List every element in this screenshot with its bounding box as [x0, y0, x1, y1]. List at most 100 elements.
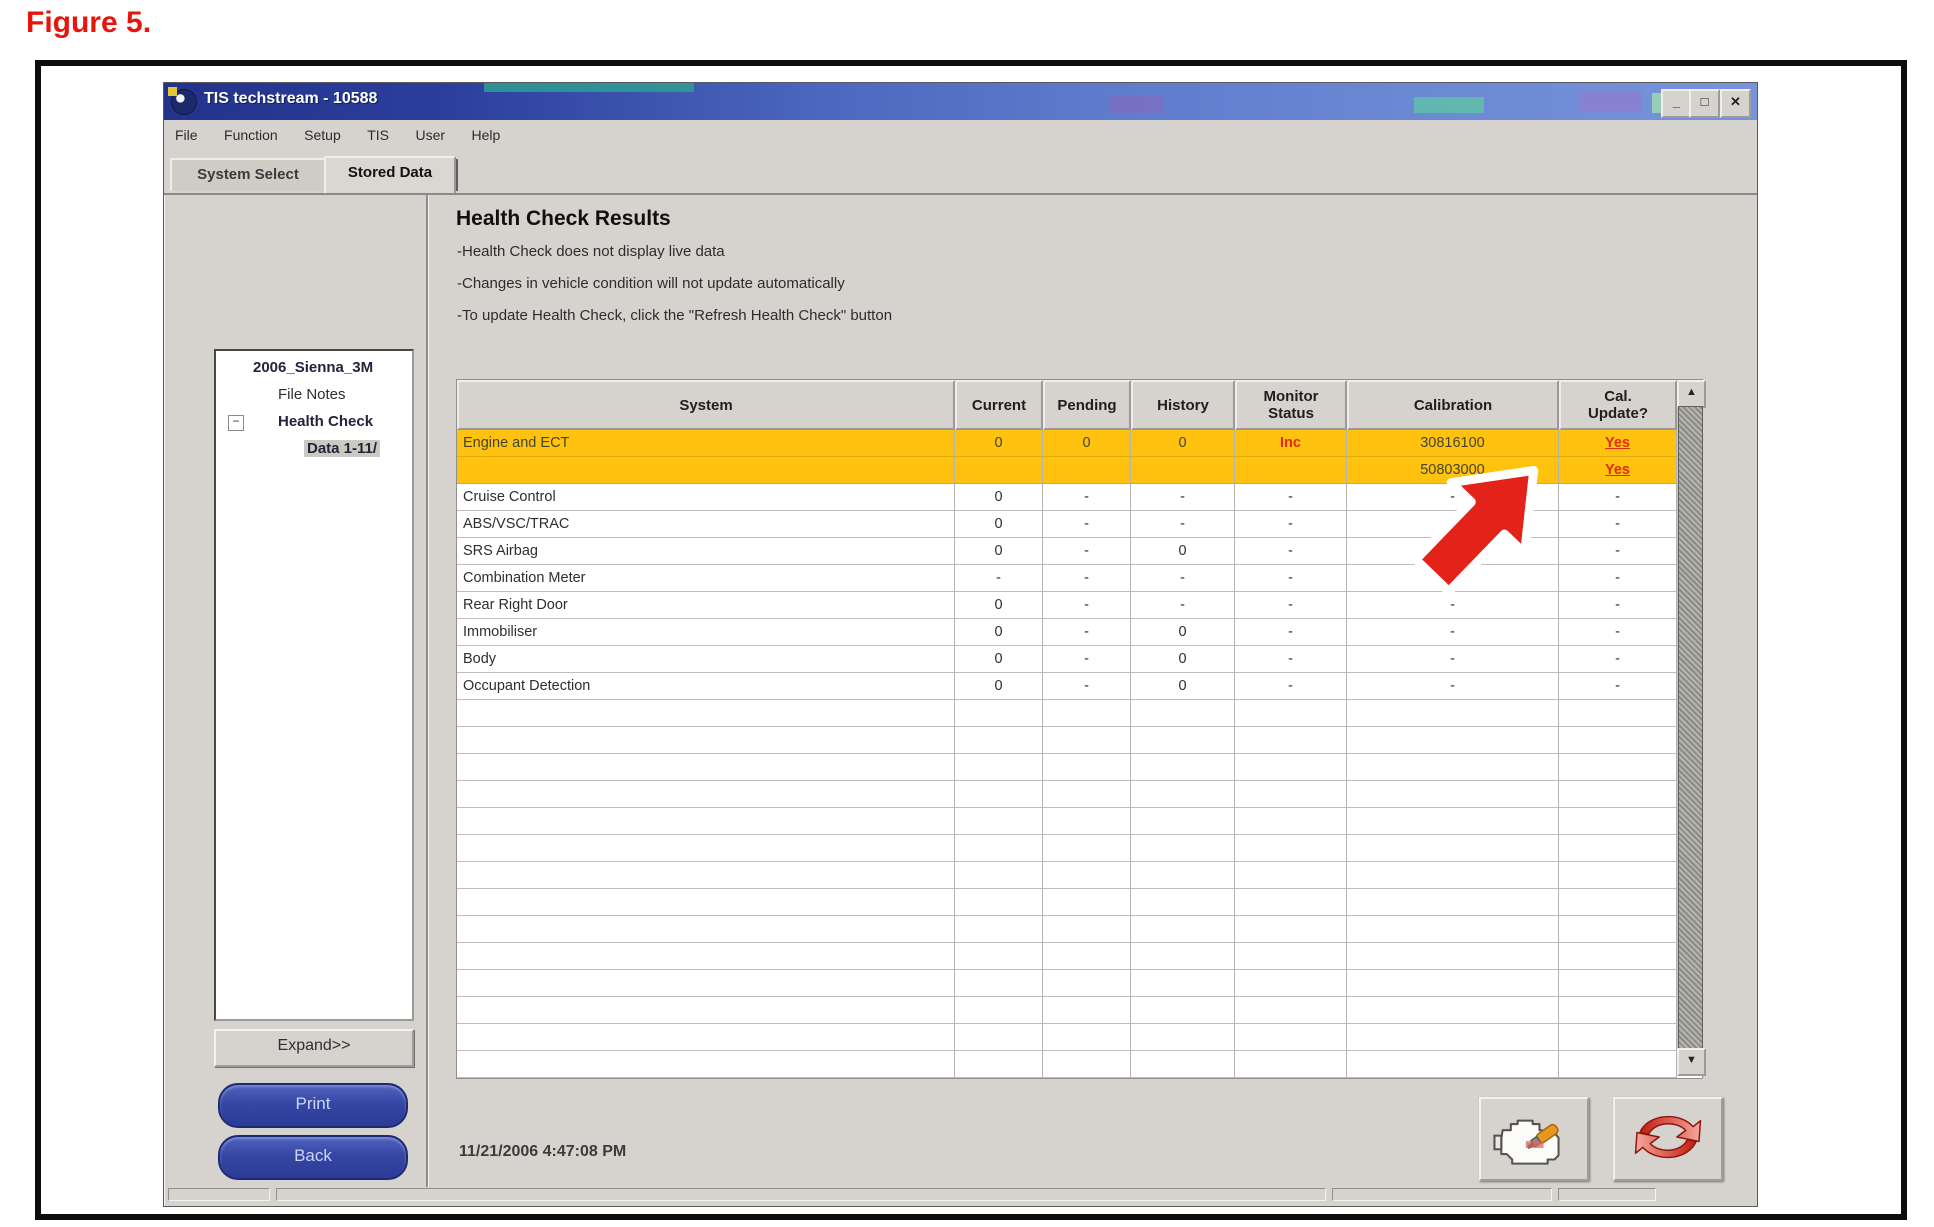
column-header[interactable]: Cal. Update? — [1559, 380, 1677, 430]
value-cell: - — [1559, 673, 1677, 700]
table-row: Immobiliser0-0--- — [457, 619, 1677, 646]
menu-item-user[interactable]: User — [404, 120, 456, 143]
scroll-up-button[interactable]: ▲ — [1677, 380, 1706, 408]
system-cell — [457, 835, 955, 862]
value-cell: - — [1347, 565, 1559, 592]
empty-table-row — [457, 1051, 1677, 1078]
engine-health-button[interactable] — [1479, 1097, 1589, 1181]
refresh-health-check-button[interactable] — [1613, 1097, 1723, 1181]
minimize-button[interactable]: _ — [1661, 89, 1692, 118]
value-cell — [1131, 889, 1235, 916]
value-cell: - — [1347, 592, 1559, 619]
column-header[interactable]: Calibration — [1347, 380, 1559, 430]
empty-table-row — [457, 943, 1677, 970]
cal-update-link[interactable]: Yes — [1605, 435, 1630, 451]
value-cell — [955, 889, 1043, 916]
value-cell — [1043, 700, 1131, 727]
expand-button[interactable]: Expand>> — [214, 1029, 414, 1067]
system-cell — [457, 916, 955, 943]
value-cell: - — [1559, 619, 1677, 646]
table-row: ABS/VSC/TRAC0----- — [457, 511, 1677, 538]
column-header[interactable]: System — [457, 380, 955, 430]
column-header[interactable]: Pending — [1043, 380, 1131, 430]
value-cell — [955, 862, 1043, 889]
empty-table-row — [457, 997, 1677, 1024]
value-cell: 0 — [955, 646, 1043, 673]
value-cell — [1559, 1051, 1677, 1078]
value-cell — [1347, 916, 1559, 943]
column-header[interactable]: History — [1131, 380, 1235, 430]
menu-item-tis[interactable]: TIS — [356, 120, 400, 143]
tree-item-health-check[interactable]: Health Check — [278, 413, 373, 430]
back-button[interactable]: Back — [218, 1135, 408, 1180]
system-cell — [457, 1051, 955, 1078]
value-cell — [1347, 835, 1559, 862]
value-cell — [1559, 889, 1677, 916]
empty-table-row — [457, 916, 1677, 943]
tree-item-vehicle[interactable]: 2006_Sienna_3M — [253, 359, 373, 376]
system-cell — [457, 997, 955, 1024]
value-cell — [1043, 943, 1131, 970]
value-cell — [1347, 970, 1559, 997]
print-button[interactable]: Print — [218, 1083, 408, 1128]
cal-update-link[interactable]: Yes — [1605, 462, 1630, 478]
maximize-button[interactable]: □ — [1689, 89, 1720, 118]
value-cell: - — [1559, 565, 1677, 592]
value-cell — [955, 916, 1043, 943]
value-cell — [1559, 997, 1677, 1024]
value-cell — [1043, 835, 1131, 862]
value-cell: 0 — [955, 619, 1043, 646]
column-header[interactable]: Current — [955, 380, 1043, 430]
empty-table-row — [457, 754, 1677, 781]
close-button[interactable]: ✕ — [1720, 89, 1751, 118]
menu-item-help[interactable]: Help — [460, 120, 511, 143]
titlebar-artifact — [1414, 97, 1484, 113]
value-cell — [1131, 997, 1235, 1024]
value-cell: 0 — [955, 484, 1043, 511]
menu-item-file[interactable]: File — [164, 120, 209, 143]
menu-item-setup[interactable]: Setup — [293, 120, 352, 143]
value-cell — [1559, 943, 1677, 970]
value-cell: 50803000 — [1347, 457, 1559, 484]
value-cell — [1347, 808, 1559, 835]
menu-item-function[interactable]: Function — [213, 120, 289, 143]
system-cell — [457, 1024, 955, 1051]
tab-system-select[interactable]: System Select — [170, 158, 326, 191]
column-header[interactable]: Monitor Status — [1235, 380, 1347, 430]
empty-table-row — [457, 1024, 1677, 1051]
scroll-thumb[interactable] — [1678, 406, 1703, 1050]
value-cell — [955, 1051, 1043, 1078]
table-row: Combination Meter------ — [457, 565, 1677, 592]
scroll-down-button[interactable]: ▼ — [1677, 1048, 1706, 1076]
collapse-icon[interactable]: − — [228, 415, 244, 431]
value-cell — [1347, 1051, 1559, 1078]
value-cell — [1043, 754, 1131, 781]
value-cell: Yes — [1559, 457, 1677, 484]
value-cell — [955, 970, 1043, 997]
titlebar-artifact — [1109, 95, 1164, 113]
value-cell: - — [1131, 592, 1235, 619]
value-cell — [1043, 997, 1131, 1024]
value-cell: 30816100 — [1347, 430, 1559, 457]
value-cell — [1235, 916, 1347, 943]
value-cell: Yes — [1559, 430, 1677, 457]
tree-item-file-notes[interactable]: File Notes — [278, 386, 346, 403]
value-cell — [1235, 970, 1347, 997]
sidebar-tree: 2006_Sienna_3M File Notes − Health Check… — [214, 349, 414, 1021]
menu-bar: File Function Setup TIS User Help — [164, 120, 1757, 154]
system-cell — [457, 781, 955, 808]
value-cell: - — [1043, 673, 1131, 700]
system-cell: Combination Meter — [457, 565, 955, 592]
value-cell: - — [1235, 565, 1347, 592]
value-cell — [1347, 700, 1559, 727]
value-cell: - — [1347, 538, 1559, 565]
window-title: TIS techstream - 10588 — [204, 90, 377, 108]
vertical-scrollbar[interactable]: ▲ ▼ — [1677, 380, 1702, 1076]
value-cell — [1347, 943, 1559, 970]
tab-stored-data[interactable]: Stored Data — [324, 156, 456, 193]
table-row: Cruise Control0----- — [457, 484, 1677, 511]
tree-item-data[interactable]: Data 1-11/ — [304, 440, 380, 457]
value-cell: - — [1131, 565, 1235, 592]
figure-label: Figure 5. — [26, 6, 151, 40]
app-icon — [171, 89, 197, 115]
